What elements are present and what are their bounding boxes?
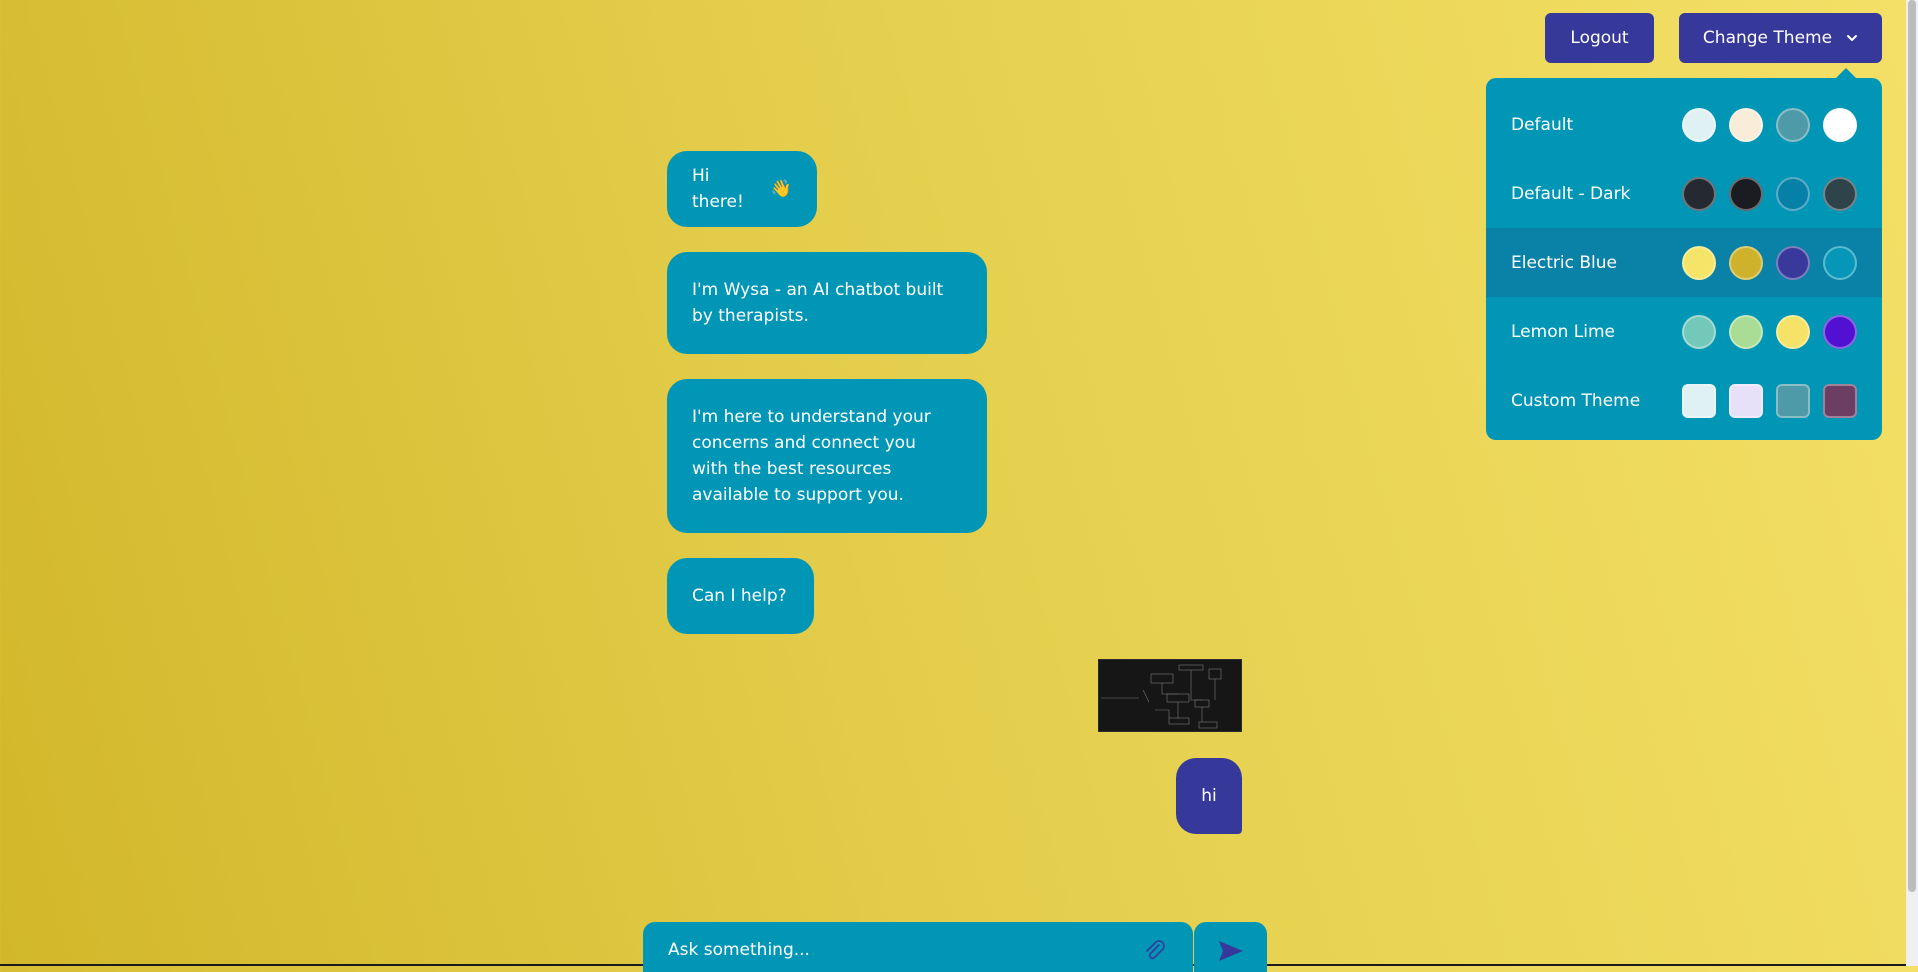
theme-option-label: Lemon Lime [1511,321,1615,342]
color-swatch [1682,383,1716,418]
user-message: hi [1176,758,1242,834]
color-swatch [1729,176,1763,211]
theme-swatches [1682,314,1857,349]
color-swatch [1776,176,1810,211]
message-text: Can I help? [692,586,787,606]
color-swatch [1729,314,1763,349]
color-swatch [1682,176,1716,211]
theme-option-default[interactable]: Default [1486,90,1882,159]
message-input[interactable] [668,940,1142,960]
paperclip-icon[interactable] [1142,938,1168,964]
color-swatch [1823,245,1857,280]
change-theme-button[interactable]: Change Theme [1679,13,1882,63]
theme-option-label: Default - Dark [1511,183,1631,204]
color-swatch [1823,176,1857,211]
send-icon [1218,940,1244,972]
bot-message: Hi there! 👋 [667,151,817,227]
message-text: Hi there! [692,166,744,212]
color-swatch [1823,107,1857,142]
theme-swatches [1682,245,1857,280]
message-composer [643,922,1193,972]
color-swatch [1823,314,1857,349]
theme-option-default-dark[interactable]: Default - Dark [1486,159,1882,228]
theme-swatches [1682,176,1857,211]
attachment-preview [1099,660,1241,731]
message-line: with the best resources [692,459,892,479]
message-line: concerns and connect you [692,433,916,453]
theme-option-lemon-lime[interactable]: Lemon Lime [1486,297,1882,366]
message-text: hi [1201,786,1217,806]
color-swatch [1776,383,1810,418]
message-line: I'm Wysa - an AI chatbot built [692,280,944,300]
color-swatch [1729,383,1763,418]
bot-message: Can I help? [667,558,814,634]
color-swatch [1682,314,1716,349]
page-scrollbar[interactable] [1906,0,1918,966]
message-line: available to support you. [692,485,904,505]
send-button[interactable] [1194,922,1267,972]
logout-button[interactable]: Logout [1545,13,1654,63]
chevron-down-icon [1846,32,1858,44]
theme-option-label: Custom Theme [1511,390,1641,411]
bot-message: I'm Wysa - an AI chatbot built by therap… [667,252,987,354]
message-line: I'm here to understand your [692,407,931,427]
theme-option-custom[interactable]: Custom Theme [1486,366,1882,435]
color-swatch [1776,245,1810,280]
theme-swatches [1682,107,1857,142]
color-swatch [1682,107,1716,142]
waving-hand-icon: 👋 [770,179,792,199]
theme-option-label: Default [1511,114,1574,135]
theme-option-label: Electric Blue [1511,252,1618,273]
theme-menu: Default Default - Dark Electric Blue Lem… [1486,68,1882,440]
scrollbar-thumb[interactable] [1908,0,1916,892]
message-line: by therapists. [692,306,809,326]
color-swatch [1776,314,1810,349]
change-theme-label: Change Theme [1702,28,1833,48]
color-swatch [1729,245,1763,280]
image-attachment[interactable] [1098,659,1242,732]
color-swatch [1682,245,1716,280]
theme-swatches [1682,383,1857,418]
theme-option-electric-blue[interactable]: Electric Blue [1486,228,1882,297]
color-swatch [1729,107,1763,142]
color-swatch [1823,383,1857,418]
bot-message: I'm here to understand your concerns and… [667,379,987,533]
color-swatch [1776,107,1810,142]
